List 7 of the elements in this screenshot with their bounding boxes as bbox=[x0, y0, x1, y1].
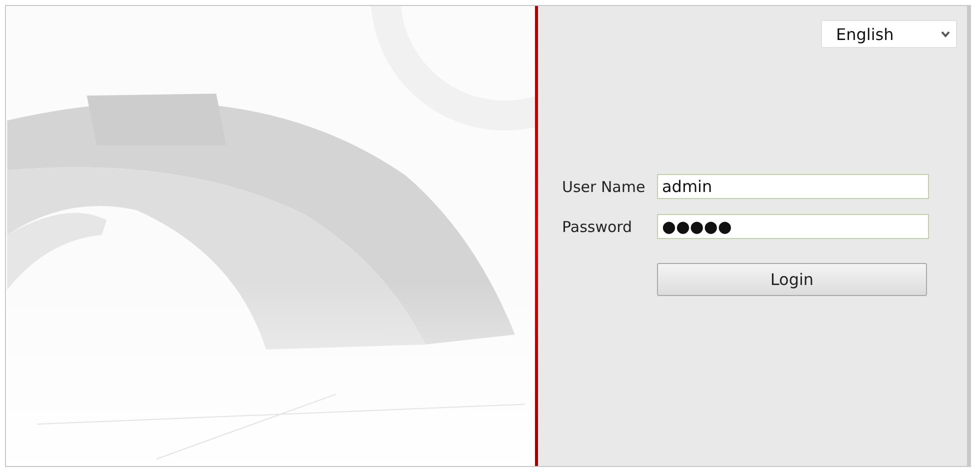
input-field[interactable]: ●●●●● bbox=[657, 214, 929, 239]
login-button[interactable]: Login bbox=[657, 263, 927, 296]
caret-icon bbox=[941, 30, 950, 38]
language-select[interactable]: English bbox=[821, 20, 957, 48]
field-label: Password bbox=[562, 218, 634, 236]
input-field[interactable]: admin bbox=[657, 174, 929, 199]
field-label: User Name bbox=[562, 178, 646, 196]
